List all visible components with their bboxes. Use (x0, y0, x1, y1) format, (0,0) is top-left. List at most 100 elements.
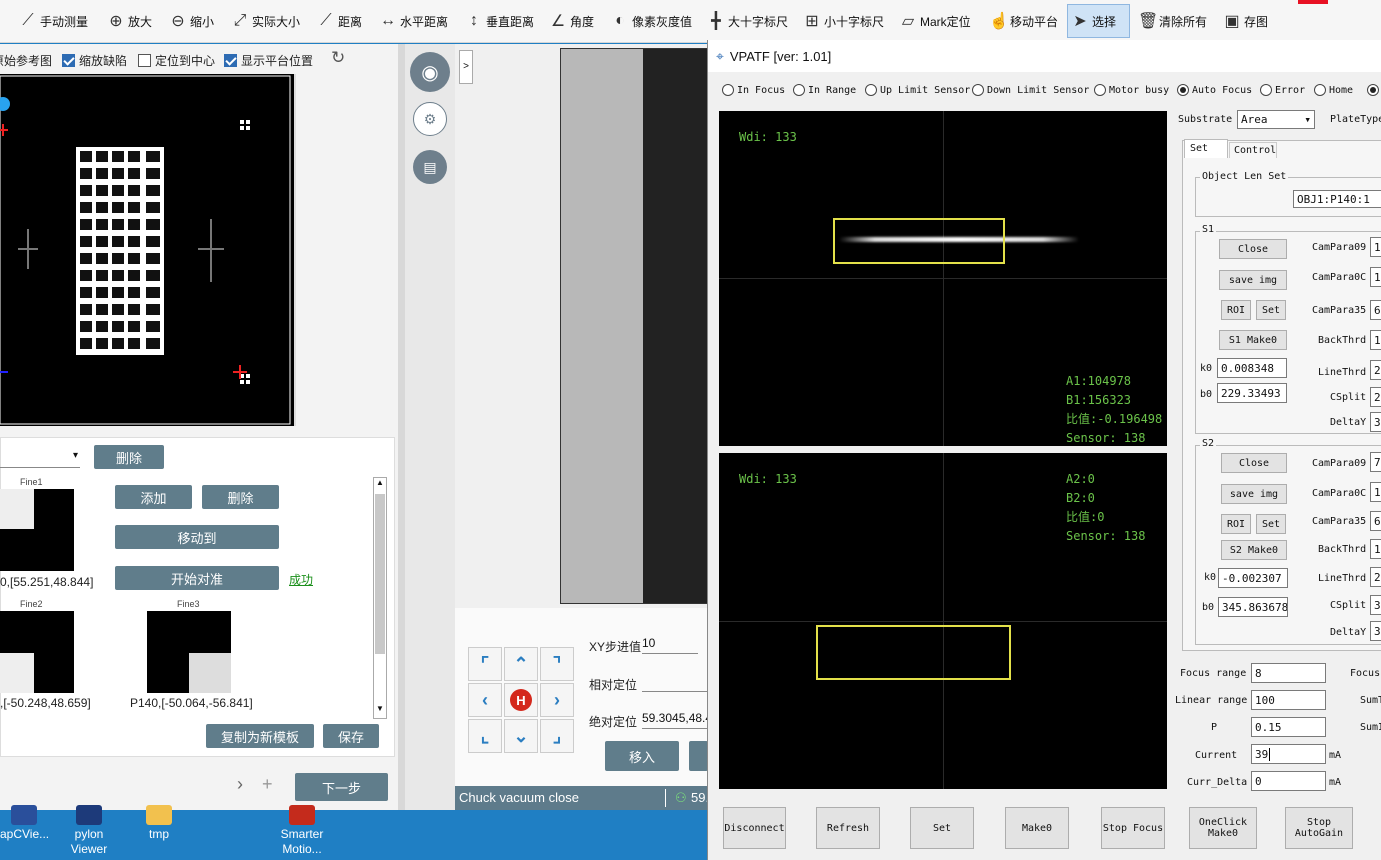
s1-campara09-input[interactable]: 10 (1370, 237, 1381, 257)
radio-up-limit[interactable]: Up Limit Sensor (865, 84, 970, 96)
save-image-button[interactable]: ▣ 存图 (1220, 4, 1271, 38)
checkbox-show-platform[interactable]: 显示平台位置 (224, 52, 313, 69)
grid-settings-icon[interactable]: ⚙ (413, 102, 447, 136)
zoom-in-button[interactable]: ⊕ 放大 (104, 4, 155, 38)
s2-make0-button[interactable]: S2 Make0 (1221, 540, 1287, 560)
taskbar-item-smarter-motion[interactable]: Smarter Motio... (276, 805, 328, 857)
radio-circle[interactable] (1314, 84, 1326, 96)
roi-box[interactable] (816, 625, 1011, 680)
next-step-button[interactable]: 下一步 (295, 773, 388, 801)
checkbox-box[interactable] (62, 54, 75, 67)
make0-button[interactable]: Make0 (1005, 807, 1069, 849)
scroll-thumb[interactable] (375, 494, 385, 654)
checkbox-zoom-defect[interactable]: 缩放缺陷 (62, 52, 127, 69)
refresh-button[interactable]: Refresh (816, 807, 880, 849)
delete-template-button[interactable]: 删除 (94, 445, 164, 469)
s2-roi-button[interactable]: ROI (1221, 514, 1251, 534)
copy-template-button[interactable]: 复制为新模板 (206, 724, 314, 748)
s2-set-button[interactable]: Set (1256, 514, 1286, 534)
jog-left-button[interactable]: ‹ (468, 683, 502, 717)
select-button[interactable]: ➤ 选择 (1067, 4, 1130, 38)
radio-home[interactable]: Home (1314, 84, 1353, 96)
taskbar-item-apcview[interactable]: apCVie... (0, 805, 49, 842)
fine3-thumbnail[interactable] (147, 611, 231, 693)
jog-down-left-button[interactable]: ⌞ (468, 719, 502, 753)
s2-deltay-input[interactable]: 30 (1370, 621, 1381, 641)
s2-save-img-button[interactable]: save img (1221, 484, 1287, 504)
stop-autogain-button[interactable]: Stop AutoGain (1285, 807, 1353, 849)
radio-auto-focus[interactable]: Auto Focus (1177, 84, 1252, 96)
line-camera-view[interactable] (560, 48, 710, 604)
template-scrollbar[interactable]: ▲ ▼ (373, 477, 387, 719)
scroll-up-icon[interactable]: ▲ (374, 478, 386, 492)
radio-circle[interactable] (1094, 84, 1106, 96)
roi-box[interactable] (833, 218, 1005, 264)
radio-motor-busy[interactable]: Motor busy (1094, 84, 1169, 96)
clear-all-button[interactable]: 🗑 清除所有 (1135, 4, 1210, 38)
radio-in-range[interactable]: In Range (793, 84, 856, 96)
s1-roi-button[interactable]: ROI (1221, 300, 1251, 320)
checkbox-box[interactable] (138, 54, 151, 67)
jog-up-left-button[interactable]: ⌜ (468, 647, 502, 681)
collapse-button[interactable]: > (459, 50, 473, 84)
jog-up-button[interactable]: ⌃ (504, 647, 538, 681)
radio-circle[interactable] (722, 84, 734, 96)
s1-k0-input[interactable]: 0.008348 (1217, 358, 1287, 378)
tab-control[interactable]: Control (1229, 142, 1277, 158)
angle-button[interactable]: ∠ 角度 (546, 4, 597, 38)
image-chart-icon[interactable]: ▤ (413, 150, 447, 184)
jog-down-right-button[interactable]: ⌟ (540, 719, 574, 753)
nav-arrow-icon[interactable]: › (237, 774, 243, 795)
radio-circle[interactable] (1367, 84, 1379, 96)
s1-b0-input[interactable]: 229.33493 (1217, 383, 1287, 403)
checkbox-original-reference[interactable]: 原始参考图 (0, 52, 52, 69)
s2-k0-input[interactable]: -0.002307 (1218, 568, 1288, 588)
delete-button[interactable]: 删除 (202, 485, 279, 509)
focus-range-input[interactable]: 8 (1251, 663, 1326, 683)
checkbox-center[interactable]: 定位到中心 (138, 52, 215, 69)
xy-step-input[interactable]: 10 (642, 636, 698, 654)
stop-focus-button[interactable]: Stop Focus (1101, 807, 1165, 849)
radio-error[interactable]: Error (1260, 84, 1305, 96)
vertical-distance-button[interactable]: ↕ 垂直距离 (462, 4, 537, 38)
s2-campara09-input[interactable]: 70 (1370, 452, 1381, 472)
splitter[interactable] (398, 44, 405, 810)
s2-campara0c-input[interactable]: 10 (1370, 482, 1381, 502)
s1-linethrd-input[interactable]: 25 (1370, 360, 1381, 380)
success-link[interactable]: 成功 (289, 571, 313, 588)
move-out-button[interactable] (689, 741, 708, 771)
save-button[interactable]: 保存 (323, 724, 379, 748)
s2-b0-input[interactable]: 345.863678 (1218, 597, 1288, 617)
radio-circle[interactable] (793, 84, 805, 96)
radio-circle[interactable] (1260, 84, 1272, 96)
jog-home-button[interactable]: H (504, 683, 538, 717)
s1-deltay-input[interactable]: 30 (1370, 412, 1381, 432)
template-select[interactable]: ▾ (0, 448, 80, 468)
s1-set-button[interactable]: Set (1256, 300, 1286, 320)
actual-size-button[interactable]: ⤢ 实际大小 (228, 4, 303, 38)
fine2-thumbnail[interactable] (0, 611, 74, 693)
s1-save-img-button[interactable]: save img (1219, 270, 1287, 290)
s1-close-button[interactable]: Close (1219, 239, 1287, 259)
current-input[interactable]: 39 (1251, 744, 1326, 764)
s2-campara35-input[interactable]: 63 (1370, 511, 1381, 531)
jog-up-right-button[interactable]: ⌝ (540, 647, 574, 681)
s1-make0-button[interactable]: S1 Make0 (1219, 330, 1287, 350)
jog-down-button[interactable]: ⌄ (504, 719, 538, 753)
sensor1-view[interactable]: Wdi: 133 A1:104978 B1:156323 比值:-0.19649… (719, 111, 1167, 446)
wafer-map-view[interactable] (0, 74, 296, 426)
window-close-strip[interactable] (1298, 0, 1328, 4)
disconnect-button[interactable]: Disconnect (723, 807, 786, 849)
oneclick-make0-button[interactable]: OneClick Make0 (1189, 807, 1257, 849)
refresh-icon[interactable]: ↻ (331, 48, 345, 68)
jog-right-button[interactable]: › (540, 683, 574, 717)
add-button[interactable]: 添加 (115, 485, 192, 509)
taskbar-item-tmp[interactable]: tmp (138, 805, 180, 842)
fine1-thumbnail[interactable] (0, 489, 74, 571)
s1-campara35-input[interactable]: 6 (1370, 300, 1381, 320)
distance-button[interactable]: ⟋ 距离 (314, 4, 365, 38)
scroll-down-icon[interactable]: ▼ (374, 704, 386, 718)
move-to-button[interactable]: 移动到 (115, 525, 279, 549)
radio-circle[interactable] (972, 84, 984, 96)
set-button[interactable]: Set (910, 807, 974, 849)
